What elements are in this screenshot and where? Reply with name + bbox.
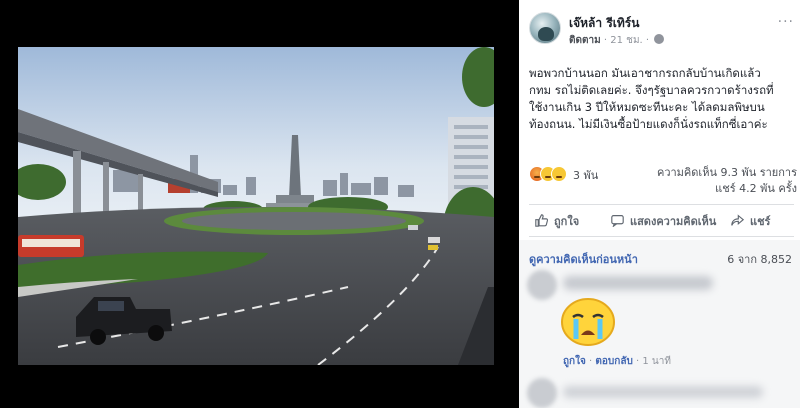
follow-link[interactable]: ติดตาม bbox=[569, 35, 601, 46]
share-label: แชร์ bbox=[750, 215, 771, 228]
author-name[interactable]: เจ๊หล้า รีเทิร์น bbox=[569, 14, 639, 33]
post-side-panel: เจ๊หล้า รีเทิร์น ติดตาม · 21 ชม. · ··· พ… bbox=[519, 0, 800, 408]
blurred-comment-text bbox=[563, 386, 763, 398]
comment-time[interactable]: 1 นาที bbox=[642, 356, 671, 367]
like-label: ถูกใจ bbox=[554, 215, 580, 228]
share-arrow-icon bbox=[731, 214, 744, 226]
divider bbox=[529, 236, 794, 237]
author-avatar[interactable] bbox=[529, 12, 561, 44]
more-options-icon[interactable]: ··· bbox=[778, 14, 794, 30]
action-separator: · bbox=[589, 356, 593, 367]
comment-label: แสดงความคิดเห็น bbox=[630, 215, 717, 228]
post-meta: ติดตาม · 21 ชม. · bbox=[569, 33, 665, 48]
commenter-avatar[interactable] bbox=[527, 270, 557, 300]
haha-reaction-icon bbox=[551, 166, 567, 182]
post-text-line: ท้องถนน. ไม่มีเงินซื้อป้ายแดงก็นั่งรถแท็… bbox=[529, 117, 768, 131]
comment-icon bbox=[611, 215, 624, 227]
comment-reply-link[interactable]: ตอบกลับ bbox=[595, 356, 632, 367]
post-text-line: ใช้งานเกิน 3 ปีให้หมดซะทีนะคะ ได้ลดมลพิษ… bbox=[529, 100, 765, 114]
comment-button[interactable]: แสดงความคิดเห็น bbox=[611, 212, 716, 230]
action-separator: · bbox=[636, 356, 640, 367]
photo-viewer bbox=[0, 0, 519, 408]
share-button[interactable]: แชร์ bbox=[731, 212, 770, 230]
reaction-count[interactable]: 3 พัน bbox=[573, 166, 598, 184]
post-photo[interactable] bbox=[18, 47, 494, 365]
post-text-line: กทม รถไม่ติดเลยค่ะ. จึงๆรัฐบาลควรกวาดร้า… bbox=[529, 83, 774, 97]
post-actions: ถูกใจ แสดงความคิดเห็น แชร์ bbox=[529, 208, 794, 234]
like-button[interactable]: ถูกใจ bbox=[535, 212, 579, 230]
crying-face-sticker bbox=[561, 298, 615, 346]
stats-summary: ความคิดเห็น 9.3 พัน รายการ แชร์ 4.2 พัน … bbox=[657, 165, 797, 197]
post-header: เจ๊หล้า รีเทิร์น ติดตาม · 21 ชม. · ··· bbox=[529, 8, 794, 52]
crying-sticker-icon bbox=[559, 295, 617, 347]
thumbs-up-icon bbox=[535, 214, 548, 227]
blurred-comment-text bbox=[563, 276, 713, 290]
divider bbox=[529, 204, 794, 205]
comment-actions: ถูกใจ · ตอบกลับ · 1 นาที bbox=[563, 354, 671, 369]
meta-separator: · bbox=[645, 35, 653, 46]
commenter-avatar[interactable] bbox=[527, 378, 557, 408]
comments-count[interactable]: ความคิดเห็น 9.3 พัน รายการ bbox=[657, 165, 797, 181]
post-time[interactable]: 21 ชม. bbox=[610, 35, 642, 46]
post-stats: 3 พัน ความคิดเห็น 9.3 พัน รายการ แชร์ 4.… bbox=[529, 162, 797, 202]
comments-count-of: 6 จาก 8,852 bbox=[727, 253, 792, 266]
globe-icon[interactable] bbox=[654, 34, 665, 44]
post-text: พอพวกบ้านนอก มันเอาชากรถกลับบ้านเกิดแล้ว… bbox=[529, 65, 797, 133]
victory-monument-photo bbox=[18, 47, 494, 365]
shares-count[interactable]: แชร์ 4.2 พัน ครั้ง bbox=[657, 181, 797, 197]
view-previous-comments-link[interactable]: ดูความคิดเห็นก่อนหน้า bbox=[529, 250, 638, 268]
post-text-line: พอพวกบ้านนอก มันเอาชากรถกลับบ้านเกิดแล้ว bbox=[529, 66, 761, 80]
comment-like-link[interactable]: ถูกใจ bbox=[563, 356, 586, 367]
